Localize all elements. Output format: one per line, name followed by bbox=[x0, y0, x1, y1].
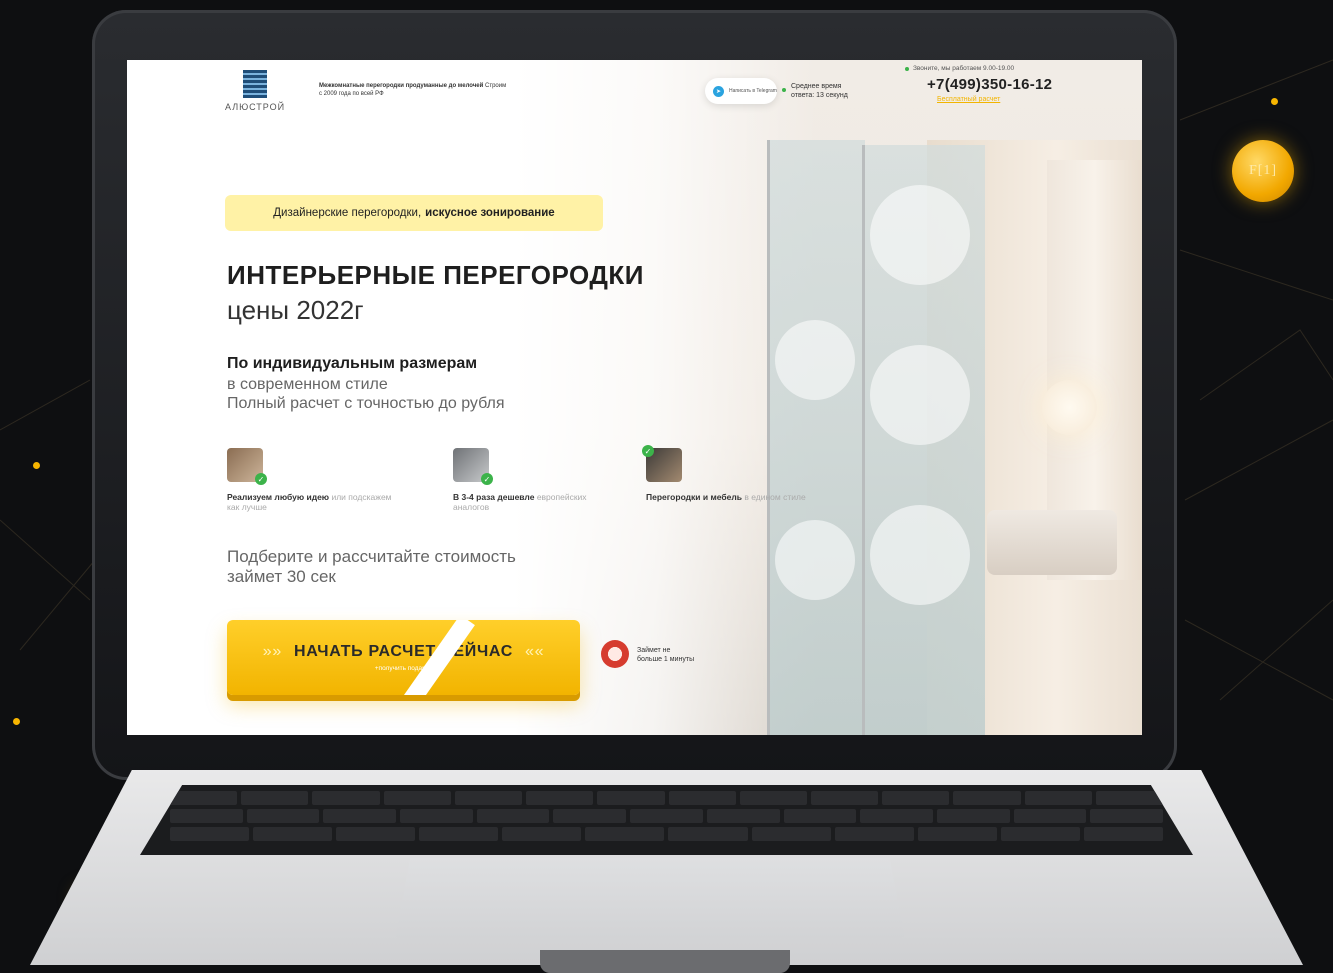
phone-link[interactable]: +7(499)350-16-12 bbox=[927, 76, 1052, 93]
decor-dot bbox=[33, 462, 40, 469]
tagline-bold: Межкомнатные перегородки продуманные до … bbox=[319, 83, 484, 89]
telegram-icon: ➤ bbox=[713, 85, 724, 97]
timer-line: Займет не bbox=[637, 647, 671, 654]
coin-label: F[1] bbox=[1248, 163, 1278, 178]
cta-label: НАЧАТЬ РАСЧЕТ СЕЙЧАС bbox=[294, 643, 513, 660]
logo-text: АЛЮСТРОЙ bbox=[225, 102, 286, 112]
start-calc-button[interactable]: »» НАЧАТЬ РАСЧЕТ СЕЙЧАС «« +получить подар… bbox=[227, 620, 580, 695]
glass-door bbox=[767, 140, 865, 735]
laptop-touchpad bbox=[395, 858, 905, 938]
feature-bold: В 3-4 раза дешевле bbox=[453, 492, 535, 502]
calc-prompt: Подберите и рассчитайте стоимость займет… bbox=[227, 547, 516, 587]
furniture-icon: ✓ bbox=[642, 445, 682, 482]
hero-badge: Дизайнерские перегородки, искусное зонир… bbox=[225, 195, 603, 231]
telegram-button[interactable]: ➤ Написать в Telegram bbox=[705, 78, 777, 104]
header-tagline: Межкомнатные перегородки продуманные до … bbox=[319, 82, 509, 98]
glass-door bbox=[862, 145, 985, 735]
chevrons-right-icon: »» bbox=[262, 643, 282, 660]
working-hours: Звоните, мы работаем 9.00-19.00 bbox=[905, 65, 1014, 72]
lead-text: в современном стиле Полный расчет с точн… bbox=[227, 375, 505, 413]
room-icon: ✓ bbox=[227, 448, 267, 485]
partition-icon: ✓ bbox=[453, 448, 493, 485]
badge-bold: искусное зонирование bbox=[425, 207, 555, 219]
page-subtitle: цены 2022г bbox=[227, 295, 364, 325]
chevrons-left-icon: «« bbox=[525, 643, 545, 660]
feature-item: ✓ Перегородки и мебель в едином стиле bbox=[642, 445, 816, 502]
response-label: Среднее время bbox=[791, 83, 842, 90]
calc-line: займет 30 сек bbox=[227, 567, 336, 586]
calc-line: Подберите и рассчитайте стоимость bbox=[227, 547, 516, 566]
feature-rest: в едином стиле bbox=[744, 492, 806, 502]
lead-line: в современном стиле bbox=[227, 376, 388, 393]
page-title: ИНТЕРЬЕРНЫЕ ПЕРЕГОРОДКИ bbox=[227, 260, 644, 290]
feature-item: ✓ Реализуем любую идею или подскажем как… bbox=[227, 448, 397, 512]
check-icon: ✓ bbox=[481, 473, 493, 485]
callback-link[interactable]: Бесплатный расчет bbox=[937, 96, 1000, 103]
lead-heading: По индивидуальным размерам bbox=[227, 355, 478, 372]
logo[interactable]: АЛЮСТРОЙ bbox=[225, 70, 285, 112]
feature-bold: Реализуем любую идею bbox=[227, 492, 330, 502]
laptop-screen: АЛЮСТРОЙ Межкомнатные перегородки продум… bbox=[127, 60, 1142, 735]
feature-bold: Перегородки и мебель bbox=[646, 492, 742, 502]
decor-dot bbox=[1271, 98, 1278, 105]
timer-note: Займет не больше 1 минуты bbox=[637, 646, 694, 664]
badge-text: Дизайнерские перегородки, bbox=[273, 207, 422, 219]
response-time: Среднее время ответа: 13 секунд bbox=[782, 82, 848, 100]
decor-dot bbox=[13, 718, 20, 725]
coin-icon: F[1] bbox=[1232, 140, 1294, 202]
response-value: ответа: 13 секунд bbox=[791, 92, 848, 99]
laptop-notch bbox=[540, 950, 790, 973]
lead-line: Полный расчет с точностью до рубля bbox=[227, 395, 505, 412]
check-icon: ✓ bbox=[255, 473, 267, 485]
telegram-label: Написать в Telegram bbox=[729, 88, 777, 94]
feature-item: ✓ В 3-4 раза дешевле европейских аналого… bbox=[453, 448, 623, 512]
alarm-clock-icon bbox=[601, 640, 629, 668]
sofa-image bbox=[987, 510, 1117, 575]
laptop-keyboard bbox=[140, 785, 1193, 855]
lamp-icon bbox=[1042, 380, 1097, 435]
timer-line: больше 1 минуты bbox=[637, 656, 695, 663]
logo-icon bbox=[243, 70, 267, 98]
check-icon: ✓ bbox=[642, 445, 654, 457]
